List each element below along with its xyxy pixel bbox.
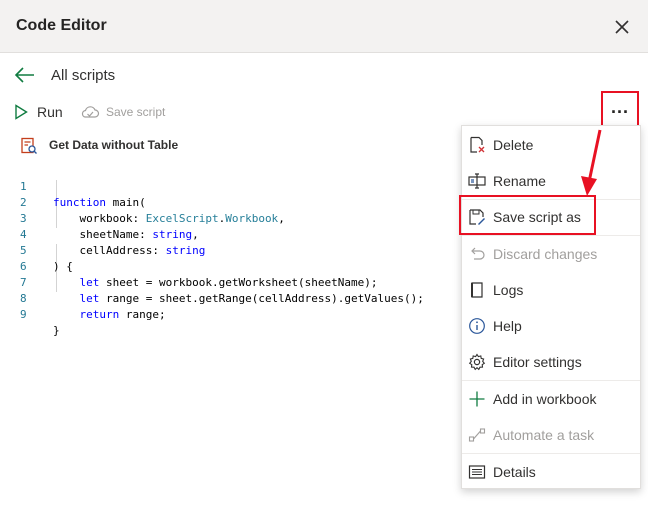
menu-item-label: Discard changes <box>493 246 598 262</box>
save-as-highlight-box <box>459 195 596 235</box>
menu-item-discard-changes[interactable]: Discard changes <box>462 236 640 272</box>
code-line: 9 } <box>0 291 460 337</box>
code-line: 5 ) { <box>0 227 460 273</box>
save-script-label: Save script <box>106 105 166 119</box>
code-line: 7 let range = sheet.getRange(cellAddress… <box>0 259 460 305</box>
pane-title: Code Editor <box>16 17 107 34</box>
menu-item-label: Logs <box>493 282 524 298</box>
menu-item-label: Automate a task <box>493 427 595 443</box>
back-arrow-icon[interactable] <box>14 65 36 85</box>
code-line: 1 function main( <box>0 163 460 209</box>
code-line: 8 return range; <box>0 275 460 321</box>
menu-item-label: Add in workbook <box>493 391 597 407</box>
menu-item-details[interactable]: Details <box>462 454 640 490</box>
delete-icon <box>470 136 485 153</box>
logs-icon <box>471 282 483 298</box>
menu-item-label: Delete <box>493 137 534 153</box>
code-line: 3 sheetName: string, <box>0 195 460 241</box>
back-row: All scripts <box>0 53 648 97</box>
run-label: Run <box>37 104 63 120</box>
code-line: 4 cellAddress: string <box>0 211 460 257</box>
code-text: } <box>53 324 60 337</box>
details-icon <box>468 465 486 479</box>
menu-item-automate-a-task[interactable]: Automate a task <box>462 417 640 453</box>
close-icon[interactable] <box>610 15 634 39</box>
all-scripts-link[interactable]: All scripts <box>51 67 115 84</box>
info-icon <box>469 318 485 334</box>
plus-icon <box>469 391 485 407</box>
undo-icon <box>471 247 485 260</box>
gear-icon <box>468 353 486 371</box>
menu-item-label: Rename <box>493 173 546 189</box>
menu-item-label: Editor settings <box>493 354 582 370</box>
code-line: 6 let sheet = workbook.getWorksheet(shee… <box>0 243 460 289</box>
rename-icon <box>468 173 486 189</box>
more-options-label: ... <box>610 97 629 117</box>
cloud-save-icon <box>81 106 100 118</box>
code-editor-pane: Code Editor All scripts Run Save script … <box>0 0 648 513</box>
code-text: return range; <box>79 308 166 321</box>
script-name: Get Data without Table <box>49 138 179 152</box>
script-icon <box>21 137 37 154</box>
title-bar: Code Editor <box>0 0 648 53</box>
play-icon <box>15 104 28 120</box>
toolbar: Run Save script <box>0 97 648 127</box>
code-line: 2 workbook: ExcelScript.Workbook, <box>0 179 460 225</box>
menu-item-editor-settings[interactable]: Editor settings <box>462 344 640 380</box>
menu-item-label: Details <box>493 464 536 480</box>
callout-arrow-icon <box>581 129 602 196</box>
line-number: 9 <box>20 308 27 321</box>
run-button[interactable]: Run <box>14 100 63 124</box>
menu-item-add-in-workbook[interactable]: Add in workbook <box>462 381 640 417</box>
menu-item-logs[interactable]: Logs <box>462 272 640 308</box>
flow-icon <box>468 428 486 442</box>
menu-item-label: Help <box>493 318 522 334</box>
save-script-button[interactable]: Save script <box>80 100 165 124</box>
menu-item-help[interactable]: Help <box>462 308 640 344</box>
